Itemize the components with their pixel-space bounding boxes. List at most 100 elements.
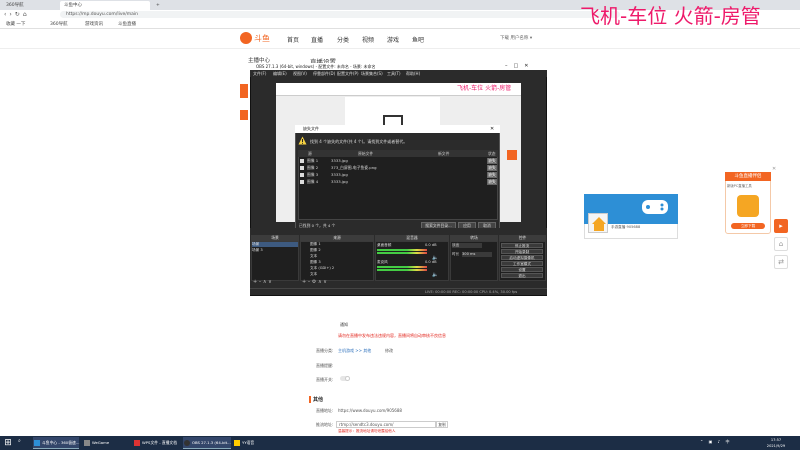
source-item[interactable]: 图像 2 xyxy=(310,248,321,253)
taskbar-browser[interactable]: 斗鱼中心 - 360极速... xyxy=(33,437,80,449)
menu-tools[interactable]: 工具(T) xyxy=(387,70,401,77)
virtual-camera-button[interactable]: 启动虚拟摄像机 xyxy=(501,255,543,260)
search-icon[interactable]: ⌕ xyxy=(18,438,21,444)
taskbar-wegame[interactable]: WeGame xyxy=(83,437,109,449)
tab-label: 斗鱼中心 xyxy=(64,3,82,8)
source-item[interactable]: 文本 xyxy=(310,272,317,277)
start-recording-button[interactable]: 开始录制 xyxy=(501,249,543,254)
bookmark-item[interactable]: 360导航 xyxy=(50,21,68,28)
col-original: 原始文件 xyxy=(358,151,374,156)
scene-item[interactable]: 场景 xyxy=(252,242,298,247)
download-button[interactable]: 立即下载 xyxy=(731,223,765,229)
tab-douyu[interactable]: 斗鱼中心 xyxy=(60,1,150,10)
system-tray[interactable]: ⌃ ▣ ♪ 中 xyxy=(700,439,732,445)
new-tab-button[interactable]: + xyxy=(152,1,164,10)
category-edit-button[interactable]: 修改 xyxy=(385,348,393,354)
rtmp-input[interactable]: rtmp://sendtc3.douyu.com/ xyxy=(336,421,436,428)
section-accent xyxy=(309,396,311,403)
table-row[interactable]: 图像 3 3333.jpg 缺失 xyxy=(298,172,498,178)
row-status: 缺失 xyxy=(487,158,497,164)
source-item[interactable]: 图像 1 xyxy=(310,242,321,247)
row-file: 373_白屏图-电子鱼瓷.png xyxy=(331,165,377,170)
close-icon[interactable]: ✕ xyxy=(772,166,776,172)
settings-button[interactable]: 设置 xyxy=(501,267,543,272)
studio-mode-button[interactable]: 工作室模式 xyxy=(501,261,543,266)
add-icon[interactable]: + – ⚙ ∧ ∨ xyxy=(302,279,327,285)
nav-game[interactable]: 游戏 xyxy=(387,35,399,44)
windows-start-icon[interactable]: ⊞ xyxy=(2,437,14,449)
nav-home[interactable]: 首页 xyxy=(287,35,299,44)
menu-file[interactable]: 文件(F) xyxy=(253,70,266,77)
image-icon xyxy=(300,173,304,177)
nav-category[interactable]: 分类 xyxy=(337,35,349,44)
bookmark-item[interactable]: 斗鱼直播 xyxy=(118,21,136,28)
col-status: 状态 xyxy=(488,151,496,156)
gift-label: 直播提醒: xyxy=(316,363,334,368)
promo-title: 斗鱼直播伴侣 xyxy=(725,172,771,181)
user-menu[interactable]: 下载 用户名称 ▾ xyxy=(500,35,532,41)
douyu-logo[interactable]: 斗鱼 xyxy=(240,31,276,45)
menu-scene-collection[interactable]: 场景集合(S) xyxy=(361,70,383,77)
taskbar-obs[interactable]: OBS 27.1.3 (64-bit... xyxy=(183,437,231,449)
window-controls[interactable]: –□✕ xyxy=(505,63,534,70)
table-row[interactable]: 图像 2 373_白屏图-电子鱼瓷.png 缺失 xyxy=(298,165,498,171)
col-source: 源 xyxy=(308,151,312,156)
bookmark-item[interactable]: 收藏 一下 xyxy=(6,21,25,28)
stop-streaming-button[interactable]: 停止推流 xyxy=(501,243,543,248)
row-status: 缺失 xyxy=(487,179,497,185)
menu-edit[interactable]: 编辑(E) xyxy=(273,70,287,77)
address-value[interactable]: https://www.douyu.com/905688 xyxy=(338,408,402,413)
nav-live[interactable]: 直播 xyxy=(311,35,323,44)
rtmp-warning: 温馨提示：推流地址请勿泄露给他人 xyxy=(338,429,396,433)
category-value[interactable]: 主机游戏 >> 其他 xyxy=(338,348,371,354)
play-icon[interactable]: ▸ xyxy=(774,219,788,233)
exit-button[interactable]: 退出 xyxy=(501,273,543,278)
status-text: LIVE: 00:00:00 REC: 00:00:00 CPU: 0.4%, … xyxy=(425,290,518,294)
mixer-track-label: 麦克风 xyxy=(377,260,388,264)
share-icon[interactable]: ⇄ xyxy=(774,255,788,269)
add-icon[interactable]: + – ∧ ∨ xyxy=(253,279,272,285)
table-row[interactable]: 图像 4 3333.jpg 缺失 xyxy=(298,179,498,185)
sidebar-active-marker[interactable] xyxy=(240,84,248,98)
menu-profile[interactable]: 配置文件(P) xyxy=(337,70,359,77)
taskbar-wps[interactable]: WPS文件 - 直播文档 xyxy=(133,437,177,449)
close-icon[interactable]: ✕ xyxy=(490,125,494,133)
source-item[interactable]: 文本 (GDI+) 2 xyxy=(310,266,334,271)
obs-icon xyxy=(184,440,190,446)
transition-select[interactable]: 淡出 xyxy=(452,243,482,248)
tab-360[interactable]: 360导航 xyxy=(2,1,28,10)
site-header xyxy=(0,29,800,49)
logo-text: 斗鱼 xyxy=(254,33,270,43)
bookmark-item[interactable]: 游戏资讯 xyxy=(85,21,103,28)
image-icon xyxy=(300,159,304,163)
menu-docks[interactable]: 停靠部件(D) xyxy=(313,70,335,77)
table-row[interactable]: 图像 1 3333.jpg 缺失 xyxy=(298,158,498,164)
row-source: 图像 3 xyxy=(307,172,319,177)
copy-button[interactable]: 复制 xyxy=(436,421,448,428)
nav-buttons[interactable]: ‹›↻⌂ xyxy=(4,11,30,18)
speaker-icon[interactable]: 🔈 xyxy=(432,272,438,278)
nav-fishbar[interactable]: 鱼吧 xyxy=(412,35,424,44)
address-label: 直播地址: xyxy=(316,408,334,413)
app-icon xyxy=(737,195,759,217)
home-icon[interactable]: ⌂ xyxy=(774,237,788,251)
menu-help[interactable]: 帮助(H) xyxy=(406,70,420,77)
sidebar-marker[interactable] xyxy=(240,110,248,120)
row-file: 3333.jpg xyxy=(331,158,348,163)
menu-view[interactable]: 视图(V) xyxy=(293,70,307,77)
source-item[interactable]: 图像 3 xyxy=(310,260,321,265)
audio-meter xyxy=(377,249,427,251)
mixer-track-label: 桌面音频 xyxy=(377,243,392,247)
speaker-icon[interactable]: 🔈 xyxy=(432,255,438,261)
url-input[interactable]: https://mp.douyu.com/live/main xyxy=(60,11,620,18)
scene-item[interactable]: 场景 3 xyxy=(252,248,263,253)
taskbar-yy[interactable]: YY语音 xyxy=(233,437,254,449)
nav-video[interactable]: 视频 xyxy=(362,35,374,44)
clock[interactable]: 17:57 2021/9/29 xyxy=(762,437,790,449)
game-subtitle: 905688 xyxy=(626,225,641,229)
duration-input[interactable]: 300 ms xyxy=(462,252,492,257)
yy-icon xyxy=(234,440,240,446)
source-item[interactable]: 文本 xyxy=(310,254,317,259)
obs-menu-bar: 文件(F) 编辑(E) 视图(V) 停靠部件(D) 配置文件(P) 场景集合(S… xyxy=(250,70,547,77)
taskbar-label: OBS 27.1.3 (64-bit... xyxy=(192,440,231,445)
